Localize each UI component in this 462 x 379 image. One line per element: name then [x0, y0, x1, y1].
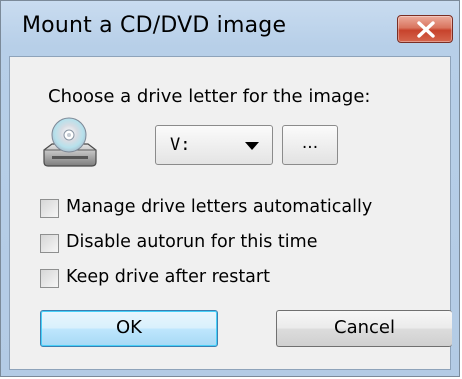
chevron-down-icon — [245, 142, 259, 150]
manage-drive-letters-label: Manage drive letters automatically — [66, 197, 373, 217]
close-button[interactable] — [397, 15, 453, 43]
ok-button[interactable]: OK — [40, 310, 218, 347]
disable-autorun-label: Disable autorun for this time — [66, 232, 318, 252]
title-bar[interactable]: Mount a CD/DVD image — [1, 1, 459, 55]
close-x-icon — [417, 21, 435, 38]
cd-drive-icon — [43, 117, 97, 167]
browse-button[interactable]: ... — [282, 125, 338, 165]
cancel-button[interactable]: Cancel — [276, 310, 452, 347]
dialog-body: Choose a drive letter for the image: V: … — [9, 56, 452, 370]
disable-autorun-checkbox[interactable] — [40, 234, 59, 253]
keep-drive-label: Keep drive after restart — [66, 267, 270, 287]
drive-letter-value: V: — [170, 135, 191, 155]
keep-drive-checkbox[interactable] — [40, 269, 59, 288]
manage-drive-letters-checkbox[interactable] — [40, 199, 59, 218]
dialog-window: Mount a CD/DVD image Choose a drive lett… — [0, 0, 460, 377]
window-title: Mount a CD/DVD image — [22, 13, 287, 38]
drive-letter-select[interactable]: V: — [155, 125, 273, 165]
drive-letter-prompt: Choose a drive letter for the image: — [48, 86, 371, 107]
